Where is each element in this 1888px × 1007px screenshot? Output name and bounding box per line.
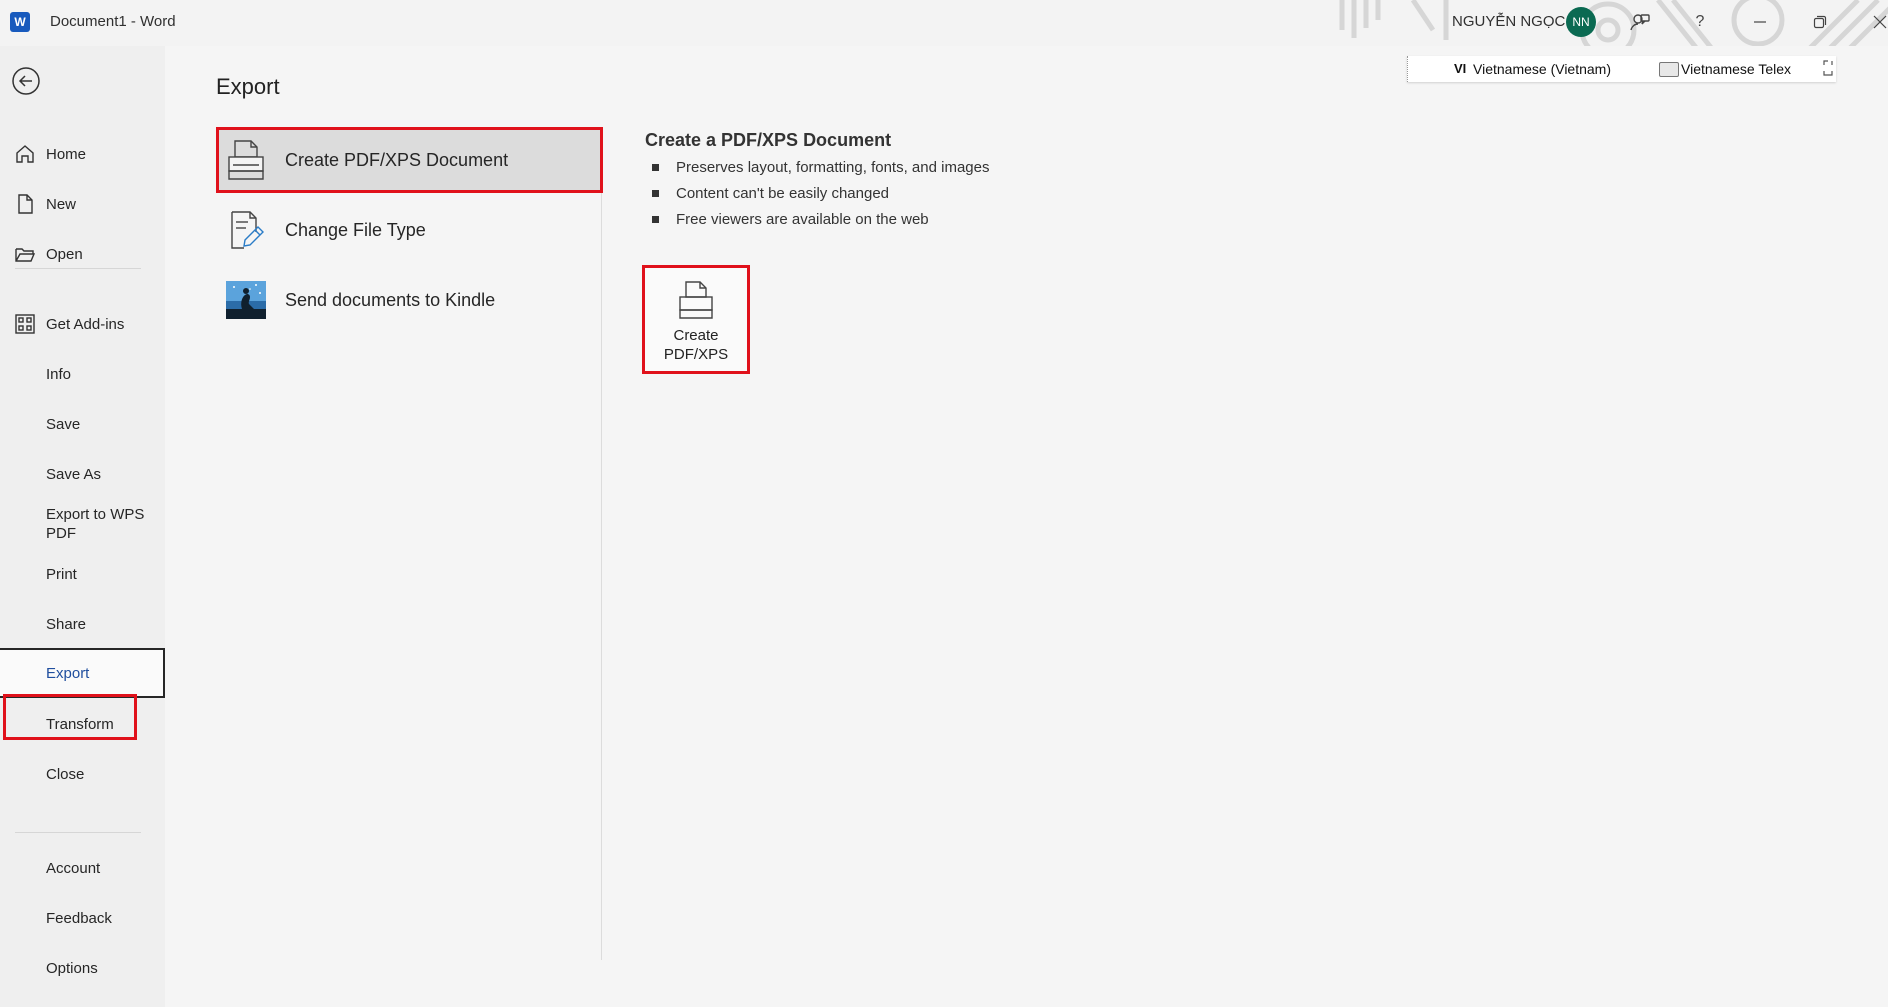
- restore-icon[interactable]: [1808, 10, 1832, 34]
- backstage-nav: Home New Open Get Add-ins Info Save Save…: [0, 46, 165, 1007]
- list-item: Free viewers are available on the web: [650, 210, 989, 236]
- home-icon: [16, 145, 34, 163]
- list-item: Preserves layout, formatting, fonts, and…: [650, 158, 989, 184]
- create-button-label: Create PDF/XPS: [663, 327, 729, 363]
- nav-label: Options: [46, 959, 98, 977]
- back-button[interactable]: [10, 65, 42, 97]
- title-bar-decoration: [1339, 0, 1888, 46]
- option-send-to-kindle[interactable]: Send documents to Kindle: [216, 267, 603, 333]
- nav-new[interactable]: New: [0, 183, 165, 225]
- language-bar: VI Vietnamese (Vietnam) Vietnamese Telex: [1407, 56, 1836, 82]
- create-pdf-xps-button[interactable]: Create PDF/XPS: [642, 265, 750, 374]
- nav-home[interactable]: Home: [0, 133, 165, 175]
- nav-label: Close: [46, 765, 85, 783]
- nav-options[interactable]: Options: [0, 947, 165, 989]
- nav-close[interactable]: Close: [0, 753, 165, 795]
- option-label: Send documents to Kindle: [285, 289, 496, 310]
- option-label: Change File Type: [285, 219, 426, 240]
- word-logo-icon: W: [10, 12, 32, 32]
- avatar[interactable]: NN: [1566, 7, 1596, 37]
- title-bar: W Document1 - Word NGUYỄN NGỌC NN ?: [0, 0, 1888, 46]
- nav-export-to-wps-pdf[interactable]: Export to WPS PDF: [0, 497, 165, 551]
- detail-bullets: Preserves layout, formatting, fonts, and…: [650, 158, 989, 236]
- kindle-icon: [226, 281, 266, 319]
- new-document-icon: [18, 194, 33, 214]
- page-title: Export: [216, 74, 280, 99]
- nav-account[interactable]: Account: [0, 847, 165, 889]
- nav-label: Export to WPS PDF: [46, 506, 145, 542]
- nav-print[interactable]: Print: [0, 553, 165, 595]
- window-title: Document1 - Word: [50, 13, 176, 30]
- close-icon[interactable]: [1868, 10, 1888, 34]
- nav-label: Open: [46, 245, 83, 263]
- list-item: Content can't be easily changed: [650, 184, 989, 210]
- nav-get-add-ins[interactable]: Get Add-ins: [0, 303, 165, 345]
- option-create-pdf-xps[interactable]: Create PDF/XPS Document: [216, 127, 603, 193]
- keyboard-icon[interactable]: [1659, 62, 1679, 77]
- nav-label: Share: [46, 615, 87, 633]
- language-name[interactable]: Vietnamese (Vietnam): [1473, 61, 1611, 77]
- nav-transform[interactable]: Transform: [0, 703, 165, 745]
- coauthor-icon[interactable]: [1628, 10, 1652, 34]
- nav-label: Save As: [46, 465, 102, 483]
- nav-label: Get Add-ins: [46, 315, 125, 333]
- pdf-xps-document-icon: [679, 281, 713, 319]
- nav-label: Home: [46, 145, 87, 163]
- nav-divider: [15, 268, 141, 269]
- nav-label: Save: [46, 415, 81, 433]
- option-change-file-type[interactable]: Change File Type: [216, 197, 603, 263]
- language-code[interactable]: VI: [1454, 61, 1466, 76]
- nav-label: Transform: [46, 715, 114, 733]
- change-file-type-icon: [231, 211, 264, 249]
- nav-share[interactable]: Share: [0, 603, 165, 645]
- nav-label: Export: [46, 664, 90, 682]
- nav-label: Info: [46, 365, 72, 383]
- nav-label: Account: [46, 859, 101, 877]
- nav-info[interactable]: Info: [0, 353, 165, 395]
- nav-export[interactable]: Export: [0, 648, 165, 698]
- expand-icon[interactable]: [1823, 60, 1833, 76]
- nav-label: Print: [46, 565, 77, 583]
- input-method-name[interactable]: Vietnamese Telex: [1681, 61, 1791, 77]
- help-icon[interactable]: ?: [1688, 10, 1712, 34]
- option-label: Create PDF/XPS Document: [285, 149, 509, 170]
- nav-label: New: [46, 195, 77, 213]
- folder-open-icon: [15, 248, 36, 262]
- minimize-icon[interactable]: [1748, 10, 1772, 34]
- detail-title: Create a PDF/XPS Document: [645, 130, 892, 150]
- add-ins-icon: [15, 314, 35, 334]
- pdf-xps-document-icon: [228, 140, 264, 180]
- nav-divider: [15, 832, 141, 833]
- user-name[interactable]: NGUYỄN NGỌC: [1452, 13, 1565, 30]
- nav-save[interactable]: Save: [0, 403, 165, 445]
- nav-feedback[interactable]: Feedback: [0, 897, 165, 939]
- nav-label: Feedback: [46, 909, 112, 927]
- nav-save-as[interactable]: Save As: [0, 453, 165, 495]
